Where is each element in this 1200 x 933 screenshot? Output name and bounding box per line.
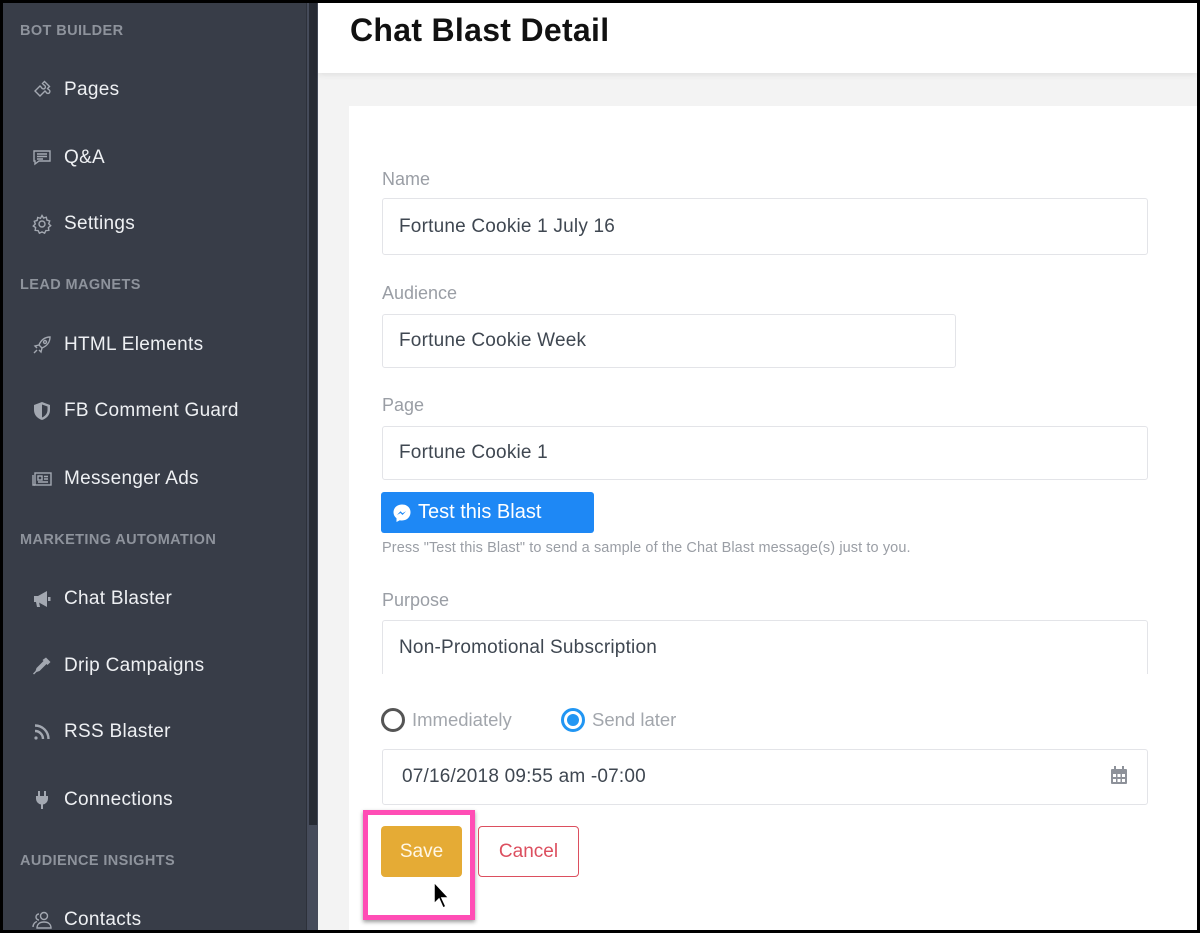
audience-label: Audience [382,283,458,303]
cancel-button[interactable]: Cancel [478,826,579,877]
radio-label: Immediately [412,709,512,730]
sidebar-item-html-elements[interactable]: HTML Elements [31,334,203,356]
gear-icon [31,214,53,234]
sidebar-item-label: Messenger Ads [64,468,199,489]
puzzle-icon [31,80,53,100]
eyedropper-icon [31,656,53,676]
sidebar-item-pages[interactable]: Pages [31,79,119,101]
newspaper-icon [31,469,53,489]
radio-label: Send later [592,709,677,730]
section-bot-builder: BOT BUILDER [20,23,124,39]
page-header: Chat Blast Detail [318,3,1197,73]
mouse-cursor-icon [433,881,451,910]
calendar-icon[interactable] [1109,765,1129,785]
radio-unchecked [381,708,405,732]
datetime-input[interactable]: 07/16/2018 09:55 am -07:00 [382,749,1148,805]
sidebar-item-label: Pages [64,79,120,100]
radio-send-later[interactable]: Send later [561,708,676,732]
rocket-icon [31,335,53,355]
plug-icon [31,790,53,810]
test-blast-help: Press "Test this Blast" to send a sample… [382,540,911,556]
purpose-select[interactable]: Non-Promotional Subscription [382,620,1148,674]
chat-bubble-icon [31,148,53,168]
sidebar-item-settings[interactable]: Settings [31,213,135,235]
section-audience-insights: AUDIENCE INSIGHTS [20,853,176,869]
page-select[interactable]: Fortune Cookie 1 [382,426,1148,480]
sidebar-item-rss-blaster[interactable]: RSS Blaster [31,721,171,743]
sidebar-scrollbar[interactable] [306,3,318,930]
sidebar-item-messenger-ads[interactable]: Messenger Ads [31,468,199,490]
sidebar-item-label: RSS Blaster [64,721,171,742]
sidebar-item-label: Contacts [64,909,142,930]
save-button[interactable]: Save [381,826,462,877]
page-title: Chat Blast Detail [350,12,610,48]
main-content: Chat Blast Detail Name Fortune Cookie 1 … [318,3,1197,930]
page-label: Page [382,395,425,415]
sidebar-item-label: HTML Elements [64,334,204,355]
sidebar-item-label: Settings [64,213,136,234]
purpose-label: Purpose [382,590,450,610]
sidebar-item-drip-campaigns[interactable]: Drip Campaigns [31,655,204,677]
app-window: BOT BUILDER Pages Q&A Settings LEAD MAGN… [3,3,1197,930]
users-icon [31,910,53,930]
radio-checked [561,708,585,732]
messenger-icon [393,504,411,522]
scrollbar-thumb[interactable] [309,3,317,825]
section-marketing-automation: MARKETING AUTOMATION [20,532,217,548]
name-input[interactable]: Fortune Cookie 1 July 16 [382,198,1148,255]
rss-icon [31,722,53,742]
sidebar-item-fb-comment-guard[interactable]: FB Comment Guard [31,400,239,422]
sidebar-item-label: FB Comment Guard [64,400,239,421]
radio-immediately[interactable]: Immediately [381,708,512,732]
audience-select[interactable]: Fortune Cookie Week [382,314,956,368]
sidebar-item-label: Q&A [64,147,106,168]
sidebar: BOT BUILDER Pages Q&A Settings LEAD MAGN… [3,3,306,930]
section-lead-magnets: LEAD MAGNETS [20,277,141,293]
shield-icon [31,401,53,421]
sidebar-item-chat-blaster[interactable]: Chat Blaster [31,588,172,610]
test-blast-button[interactable]: Test this Blast [381,492,594,533]
sidebar-item-label: Chat Blaster [64,588,173,609]
sidebar-item-label: Connections [64,789,173,810]
datetime-value: 07/16/2018 09:55 am -07:00 [402,766,646,787]
sidebar-item-qa[interactable]: Q&A [31,147,105,169]
megaphone-icon [31,589,53,609]
sidebar-item-label: Drip Campaigns [64,655,205,676]
test-blast-label: Test this Blast [418,501,542,523]
sidebar-item-connections[interactable]: Connections [31,789,173,811]
name-label: Name [382,169,431,189]
chat-blast-form: Name Fortune Cookie 1 July 16 Audience F… [349,106,1197,930]
sidebar-item-contacts[interactable]: Contacts [31,909,141,930]
